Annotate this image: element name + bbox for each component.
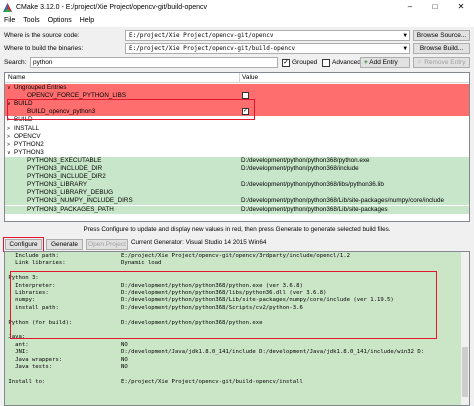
source-path-combo[interactable]: E:/project/Xie Project/opencv-git/opencv… bbox=[125, 30, 410, 41]
add-entry-label: Add Entry bbox=[369, 59, 398, 66]
tree-row[interactable]: ∨ Ungrouped Entries bbox=[5, 84, 469, 93]
log-scrollbar[interactable] bbox=[461, 252, 469, 405]
log-key: Java tests: bbox=[5, 364, 53, 370]
log-key: JNI: bbox=[5, 349, 29, 356]
title-bar: CMake 3.12.0 - E:/project/Xie Project/op… bbox=[0, 0, 474, 14]
tree-row-name: PYTHON3 bbox=[14, 148, 44, 156]
column-separator[interactable] bbox=[239, 73, 240, 83]
advanced-checkbox[interactable] bbox=[322, 59, 330, 67]
open-project-button[interactable]: Open Project bbox=[86, 239, 128, 250]
menu-options[interactable]: Options bbox=[48, 17, 72, 24]
scrollbar-thumb[interactable] bbox=[462, 347, 468, 397]
source-path-value: E:/project/Xie Project/opencv-git/opencv bbox=[129, 32, 274, 39]
log-value: D:/development/Java/jdk1.8.0_141/include… bbox=[121, 349, 425, 356]
menu-tools[interactable]: Tools bbox=[23, 17, 39, 24]
log-key: Include path: bbox=[5, 253, 59, 259]
tree-row-name: PYTHON3_LIBRARY bbox=[27, 181, 88, 189]
source-label: Where is the source code: bbox=[4, 32, 80, 39]
log-value: E:/project/Xie Project/opencv-git/build-… bbox=[121, 378, 303, 385]
search-input[interactable]: python bbox=[30, 57, 278, 68]
chevron-down-icon[interactable]: ▼ bbox=[403, 44, 407, 53]
tree-row-value[interactable]: D:/development/python/python368/Lib/site… bbox=[241, 206, 388, 214]
add-entry-button[interactable]: + Add Entry bbox=[360, 57, 410, 68]
tree-row-name: PYTHON3_EXECUTABLE bbox=[27, 156, 102, 164]
value-column-header[interactable]: Value bbox=[242, 74, 258, 81]
browse-source-button[interactable]: Browse Source... bbox=[413, 30, 470, 41]
current-generator-label: Current Generator: Visual Studio 14 2015… bbox=[131, 239, 267, 246]
browse-build-button[interactable]: Browse Build... bbox=[413, 43, 470, 54]
tree-row-name: PYTHON2 bbox=[14, 140, 44, 148]
log-value: Dynamic load bbox=[121, 260, 162, 267]
tree-row[interactable]: ∨ PYTHON3 bbox=[5, 149, 469, 157]
tree-row[interactable]: PYTHON3_EXECUTABLE D:/development/python/… bbox=[5, 156, 469, 165]
chevron-right-icon[interactable]: > bbox=[7, 141, 10, 149]
cache-tree[interactable]: Name Value ∨ Ungrouped Entries OPENCV_FORC… bbox=[4, 72, 470, 222]
remove-entry-button[interactable]: ✕ Remove Entry bbox=[413, 57, 470, 68]
output-log[interactable]: Include path: E:/project/Xie Project/open… bbox=[4, 251, 470, 406]
log-key: Install to: bbox=[5, 378, 46, 385]
menu-file[interactable]: File bbox=[4, 17, 15, 24]
generate-button[interactable]: Generate bbox=[46, 239, 83, 250]
tree-row[interactable]: PYTHON3_INCLUDE_DIR2 bbox=[5, 173, 469, 182]
tree-row-value[interactable]: D:/development/python/python368/Lib/site… bbox=[241, 197, 444, 205]
tree-row-name: Ungrouped Entries bbox=[14, 84, 67, 91]
plus-icon: + bbox=[364, 59, 368, 66]
tree-row-name: PYTHON3_NUMPY_INCLUDE_DIRS bbox=[27, 197, 133, 205]
menu-bar: File Tools Options Help bbox=[0, 14, 474, 27]
log-value: E:/project/Xie Project/opencv-git/opencv… bbox=[121, 253, 351, 259]
build-label: Where to build the binaries: bbox=[4, 45, 84, 52]
tree-row[interactable]: PYTHON3_LIBRARY_DEBUG bbox=[5, 189, 469, 198]
log-key: Java wrappers: bbox=[5, 356, 63, 363]
tree-row-name: PYTHON3_LIBRARY_DEBUG bbox=[27, 189, 113, 197]
grouped-label: Grouped bbox=[292, 59, 318, 66]
search-label: Search: bbox=[4, 59, 27, 66]
chevron-right-icon[interactable]: > bbox=[7, 133, 10, 141]
close-button[interactable]: ✕ bbox=[449, 0, 473, 14]
tree-row-name: PYTHON3_INCLUDE_DIR bbox=[27, 165, 103, 172]
build-path-combo[interactable]: E:/project/Xie Project/opencv-git/build-… bbox=[125, 43, 410, 54]
tree-row-value[interactable]: D:/development/python/python368/libs/pyt… bbox=[241, 181, 384, 189]
remove-entry-label: Remove Entry bbox=[424, 59, 466, 66]
menu-help[interactable]: Help bbox=[80, 17, 94, 24]
highlight-box-configure bbox=[3, 237, 44, 252]
log-key: Link libraries: bbox=[5, 260, 66, 267]
tree-row-name: PYTHON3_INCLUDE_DIR2 bbox=[27, 173, 106, 181]
window-title: CMake 3.12.0 - E:/project/Xie Project/op… bbox=[16, 3, 208, 11]
log-value: NO bbox=[121, 356, 128, 363]
build-path-value: E:/project/Xie Project/opencv-git/build-… bbox=[129, 45, 296, 52]
highlight-box-build bbox=[7, 99, 255, 120]
advanced-label: Advanced bbox=[332, 59, 361, 66]
log-key: ant: bbox=[5, 341, 29, 348]
tree-row-value[interactable]: D:/development/python/python368/include bbox=[241, 165, 359, 173]
maximize-button[interactable]: □ bbox=[423, 0, 447, 14]
tree-header: Name Value bbox=[5, 73, 469, 83]
log-value: NO bbox=[121, 341, 128, 348]
chevron-down-icon[interactable]: ▼ bbox=[403, 31, 407, 40]
chevron-right-icon[interactable]: > bbox=[7, 125, 10, 133]
minimize-button[interactable]: – bbox=[398, 0, 422, 14]
tree-row[interactable]: PYTHON3_PACKAGES_PATH D:/development/pyth… bbox=[5, 205, 469, 214]
grouped-checkbox[interactable]: ✓ bbox=[282, 59, 290, 67]
log-value: NO bbox=[121, 364, 128, 370]
tree-row[interactable]: > INSTALL bbox=[5, 125, 469, 133]
tree-row[interactable]: PYTHON3_NUMPY_INCLUDE_DIRS D:/development… bbox=[5, 197, 469, 206]
cmake-logo-icon bbox=[3, 2, 12, 12]
tree-row-name: OPENCV bbox=[14, 132, 41, 140]
tree-row-value[interactable]: D:/development/python/python368/python.e… bbox=[241, 157, 369, 165]
name-column-header[interactable]: Name bbox=[8, 74, 25, 81]
tree-row[interactable]: > OPENCV bbox=[5, 133, 469, 141]
chevron-down-icon[interactable]: ∨ bbox=[7, 84, 11, 92]
remove-icon: ✕ bbox=[417, 59, 423, 66]
tree-row-name: INSTALL bbox=[14, 124, 40, 132]
tree-row[interactable]: PYTHON3_INCLUDE_DIR D:/development/python… bbox=[5, 165, 469, 174]
tree-row[interactable]: PYTHON3_LIBRARY D:/development/python/pyt… bbox=[5, 181, 469, 190]
tree-row-name: PYTHON3_PACKAGES_PATH bbox=[27, 205, 114, 213]
highlight-box-python bbox=[10, 271, 437, 339]
tree-row[interactable]: > PYTHON2 bbox=[5, 141, 469, 149]
info-text: Press Configure to update and display ne… bbox=[83, 226, 391, 233]
chevron-down-icon[interactable]: ∨ bbox=[7, 149, 11, 157]
